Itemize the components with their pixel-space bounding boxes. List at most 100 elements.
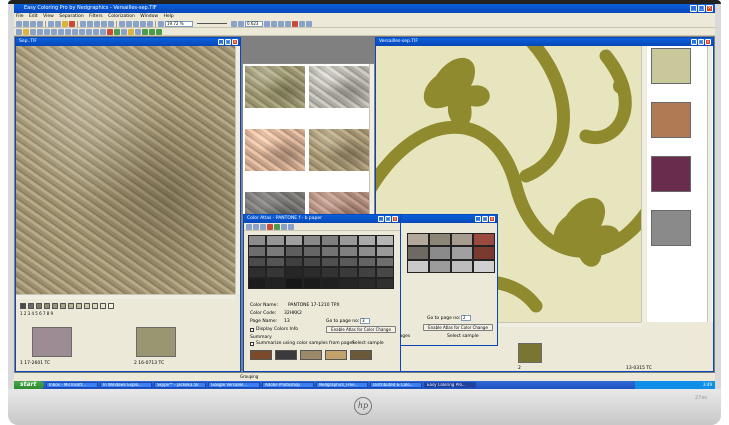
fabric-thumb-4[interactable] bbox=[309, 129, 369, 171]
sample-swatch[interactable] bbox=[250, 350, 272, 360]
copy-icon[interactable] bbox=[37, 20, 43, 27]
zoom-in-icon[interactable] bbox=[231, 20, 237, 27]
atlas-list-icon[interactable] bbox=[281, 223, 287, 230]
lasso-icon[interactable] bbox=[65, 28, 71, 35]
wand-icon[interactable] bbox=[58, 28, 64, 35]
sample-swatch[interactable] bbox=[350, 350, 372, 360]
atlas2-minimize-button[interactable]: _ bbox=[475, 215, 481, 222]
zoom-slider[interactable] bbox=[197, 23, 227, 24]
zoom-percent-box[interactable]: 19.72 % bbox=[165, 20, 193, 27]
sample-swatch[interactable] bbox=[275, 350, 297, 360]
zoom-out-icon[interactable] bbox=[238, 20, 244, 27]
colorway-vertical-scrollbar[interactable] bbox=[707, 46, 712, 322]
refresh-icon[interactable] bbox=[108, 20, 114, 27]
sample-swatch[interactable] bbox=[300, 350, 322, 360]
swatch[interactable] bbox=[20, 303, 26, 309]
thumbnail-1[interactable] bbox=[32, 327, 72, 357]
menu-view[interactable]: View bbox=[43, 14, 54, 19]
fit-icon[interactable] bbox=[158, 20, 164, 27]
colorway-thumb-3[interactable] bbox=[651, 156, 691, 192]
view3-icon[interactable] bbox=[133, 20, 139, 27]
layer-icon[interactable] bbox=[80, 20, 86, 27]
menu-colorization[interactable]: Colorization bbox=[108, 14, 135, 19]
atlas-minimize-button[interactable]: _ bbox=[378, 215, 384, 222]
save-icon[interactable] bbox=[23, 20, 29, 27]
ratio-box[interactable]: 0.623 bbox=[245, 20, 263, 27]
enable-atlas-button[interactable]: Enable Atlas for Color Change bbox=[326, 326, 396, 333]
swatch[interactable] bbox=[60, 303, 66, 309]
atlas-color-grid[interactable] bbox=[248, 235, 394, 289]
tile-icon[interactable] bbox=[94, 20, 100, 27]
fabric-thumb-3[interactable] bbox=[245, 129, 305, 171]
swatch[interactable] bbox=[84, 303, 90, 309]
next-icon[interactable] bbox=[285, 20, 291, 27]
versailles-minimize-button[interactable]: _ bbox=[691, 38, 697, 45]
menu-file[interactable]: File bbox=[16, 14, 24, 19]
print-icon[interactable] bbox=[30, 20, 36, 27]
start-button[interactable]: start bbox=[14, 381, 44, 389]
grid-icon[interactable] bbox=[87, 20, 93, 27]
menu-edit[interactable]: Edit bbox=[29, 14, 38, 19]
atlas2-maximize-button[interactable]: □ bbox=[482, 215, 488, 222]
view4-icon[interactable] bbox=[140, 20, 146, 27]
summarize-checkbox[interactable] bbox=[250, 342, 254, 346]
atlas-copy-icon[interactable] bbox=[260, 223, 266, 230]
crop-icon[interactable] bbox=[101, 20, 107, 27]
thumbnail-2[interactable] bbox=[136, 327, 176, 357]
green-a-icon[interactable] bbox=[142, 28, 148, 35]
atlas-view-icon[interactable] bbox=[288, 223, 294, 230]
swatch[interactable] bbox=[92, 303, 98, 309]
plus-icon[interactable] bbox=[114, 28, 120, 35]
atlas2-color-grid[interactable] bbox=[407, 233, 495, 273]
view2-icon[interactable] bbox=[126, 20, 132, 27]
atlas2-close-button[interactable]: × bbox=[489, 215, 495, 222]
stone-texture-image[interactable] bbox=[16, 46, 235, 294]
channel-icon[interactable] bbox=[86, 28, 92, 35]
menu-separation[interactable]: Separation bbox=[59, 14, 83, 19]
atlas-delete-icon[interactable] bbox=[267, 223, 273, 230]
task-easy-coloring[interactable]: Easy Coloring Pro... bbox=[424, 382, 476, 388]
help-icon[interactable] bbox=[69, 20, 75, 27]
task-explorer[interactable]: In Windows Explo... bbox=[100, 382, 152, 388]
task-skype[interactable]: Skype™ - jackek3.5k bbox=[154, 382, 206, 388]
undo-icon[interactable] bbox=[48, 20, 54, 27]
versailles-maximize-button[interactable]: □ bbox=[698, 38, 704, 45]
versailles-vertical-scrollbar[interactable] bbox=[641, 46, 646, 322]
go-to-page-input[interactable]: 3 bbox=[360, 318, 370, 324]
swap-icon[interactable] bbox=[121, 28, 127, 35]
atlas-save-icon[interactable] bbox=[246, 223, 252, 230]
people-icon[interactable] bbox=[306, 20, 312, 27]
colorway-thumb-4[interactable] bbox=[651, 210, 691, 246]
palette-icon[interactable] bbox=[16, 28, 22, 35]
thumbnail-3[interactable] bbox=[518, 343, 542, 363]
atlas-grid-icon[interactable] bbox=[274, 223, 280, 230]
mask-icon[interactable] bbox=[79, 28, 85, 35]
colorway-thumb-2[interactable] bbox=[651, 102, 691, 138]
menu-window[interactable]: Window bbox=[140, 14, 158, 19]
pointer-icon[interactable] bbox=[62, 20, 68, 27]
open-icon[interactable] bbox=[16, 20, 22, 27]
atlas2-enable-atlas-button[interactable]: Enable Atlas for Color Change bbox=[423, 324, 493, 331]
sun-icon[interactable] bbox=[128, 28, 134, 35]
atlas-print-icon[interactable] bbox=[253, 223, 259, 230]
separate-icon[interactable] bbox=[264, 20, 270, 27]
eraser-icon[interactable] bbox=[51, 28, 57, 35]
clock[interactable]: 3:49 bbox=[703, 382, 712, 387]
task-photoshop[interactable]: Adobe Photoshop bbox=[262, 382, 314, 388]
bulb-icon[interactable] bbox=[23, 28, 29, 35]
sample-swatch[interactable] bbox=[325, 350, 347, 360]
circle-icon[interactable] bbox=[135, 28, 141, 35]
swatch[interactable] bbox=[36, 303, 42, 309]
atlas2-page-input[interactable]: 2 bbox=[461, 315, 471, 321]
brush-icon[interactable] bbox=[30, 28, 36, 35]
swatch[interactable] bbox=[68, 303, 74, 309]
swatch[interactable] bbox=[52, 303, 58, 309]
sep-minimize-button[interactable]: _ bbox=[218, 38, 224, 45]
fabric-thumb-2[interactable] bbox=[309, 66, 369, 108]
view1-icon[interactable] bbox=[119, 20, 125, 27]
display-colors-checkbox[interactable] bbox=[250, 328, 254, 332]
prev-icon[interactable] bbox=[278, 20, 284, 27]
swatch[interactable] bbox=[76, 303, 82, 309]
flip-icon[interactable] bbox=[100, 28, 106, 35]
rotate-icon[interactable] bbox=[93, 28, 99, 35]
